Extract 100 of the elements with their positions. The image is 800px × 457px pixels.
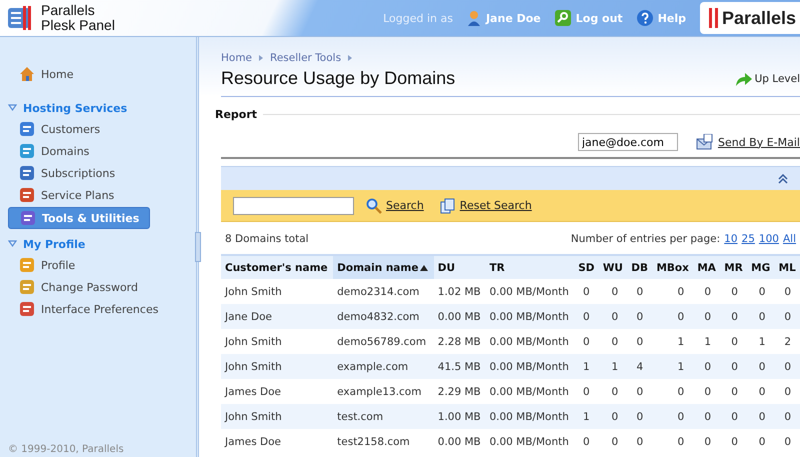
table-cell: 0 xyxy=(652,279,694,304)
sidebar-item[interactable]: Profile xyxy=(8,255,82,275)
sidebar-item[interactable]: Interface Preferences xyxy=(8,299,164,319)
table-cell: 0.00 MB/Month xyxy=(485,429,574,454)
table-cell: 0 xyxy=(693,404,720,429)
table-cell: James Doe xyxy=(221,379,334,404)
table-cell: 0 xyxy=(652,304,694,329)
table-cell: 0 xyxy=(774,354,800,379)
sort-ascending-icon xyxy=(420,264,428,270)
table-cell: 1 xyxy=(652,329,694,354)
search-link[interactable]: Search xyxy=(366,198,424,214)
table-cell: 0 xyxy=(746,354,774,379)
arrow-icon xyxy=(734,70,753,86)
sidebar-item[interactable]: Service Plans xyxy=(8,185,120,205)
collapse-icon[interactable] xyxy=(778,174,788,184)
table-cell: 0.00 MB/Month xyxy=(485,404,574,429)
reset-search-link[interactable]: Reset Search xyxy=(440,198,532,214)
table-cell: 0 xyxy=(774,279,800,304)
table-cell: test2158.com xyxy=(333,429,434,454)
table-cell: test.com xyxy=(333,404,434,429)
section-title: My Profile xyxy=(23,238,86,250)
search-field[interactable] xyxy=(233,196,354,214)
sidebar-item[interactable]: Domains xyxy=(8,141,96,161)
table-cell: 0.00 MB xyxy=(434,429,486,454)
per-page-link[interactable]: All xyxy=(782,233,796,245)
table-cell: 0 xyxy=(693,279,720,304)
table-cell: 0 xyxy=(746,279,774,304)
table-cell: 2.28 MB xyxy=(434,329,486,354)
table-cell: example.com xyxy=(333,354,434,379)
per-page-label: Number of entries per page: xyxy=(570,233,720,245)
table-cell: 0 xyxy=(598,404,628,429)
bars-icon xyxy=(708,8,720,28)
table-cell: 0 xyxy=(652,429,694,454)
brand-name: Parallels xyxy=(722,8,796,28)
table-cell: 0 xyxy=(652,404,694,429)
section-header[interactable]: My Profile xyxy=(8,234,196,254)
table-cell: 0 xyxy=(720,329,747,354)
breadcrumb-link[interactable]: Reseller Tools xyxy=(270,52,342,64)
column-header[interactable]: DB xyxy=(627,255,652,279)
column-header[interactable]: WU xyxy=(598,255,628,279)
table-cell: 0 xyxy=(598,329,628,354)
sidebar-item[interactable]: Home xyxy=(8,64,80,84)
column-header[interactable]: MA xyxy=(693,255,720,279)
table-cell: 41.5 MB xyxy=(434,354,486,379)
app-icon xyxy=(19,257,35,273)
table-cell: 0 xyxy=(746,304,774,329)
table-cell: 0 xyxy=(774,429,800,454)
table-cell: 0 xyxy=(627,429,652,454)
column-header[interactable]: Domain name xyxy=(333,255,434,279)
table-cell: 0 xyxy=(574,304,599,329)
table-cell: 1 xyxy=(598,354,628,379)
column-header[interactable]: TR xyxy=(485,255,574,279)
column-header[interactable]: SD xyxy=(574,255,599,279)
envelope-icon xyxy=(696,134,714,150)
table-cell: 1 xyxy=(652,354,694,379)
column-header[interactable]: DU xyxy=(434,255,486,279)
column-header[interactable]: MBox xyxy=(652,255,694,279)
collapse-handle[interactable] xyxy=(195,232,201,262)
breadcrumb-link[interactable]: Home xyxy=(221,52,252,64)
table-cell: 0 xyxy=(574,429,599,454)
section-header[interactable]: Hosting Services xyxy=(8,98,196,118)
sidebar-item[interactable]: Customers xyxy=(8,119,106,139)
chevron-icon xyxy=(347,54,354,62)
table-cell: demo2314.com xyxy=(333,279,434,304)
table-cell: 0 xyxy=(574,379,599,404)
column-header[interactable]: ML xyxy=(774,255,800,279)
app-icon xyxy=(20,210,36,226)
per-page-link[interactable]: 100 xyxy=(758,233,779,245)
app-icon xyxy=(19,143,35,159)
product-name: Parallels Plesk Panel xyxy=(41,3,115,33)
column-header[interactable]: MG xyxy=(746,255,774,279)
table-cell: 0 xyxy=(627,379,652,404)
page-title: Resource Usage by Domains xyxy=(221,68,456,89)
sidebar-item[interactable]: Subscriptions xyxy=(8,163,122,183)
sidebar-item[interactable]: Change Password xyxy=(8,277,144,297)
table-cell: 4 xyxy=(627,354,652,379)
up-level-link[interactable]: Up Level xyxy=(734,70,800,86)
per-page-link[interactable]: 10 xyxy=(724,233,738,245)
app-icon xyxy=(19,279,35,295)
table-cell: 0 xyxy=(627,279,652,304)
table-cell: 0 xyxy=(746,404,774,429)
app-icon xyxy=(19,187,35,203)
table-cell: 0 xyxy=(693,429,720,454)
column-header[interactable]: Customer's name xyxy=(221,255,334,279)
app-icon xyxy=(19,301,35,317)
send-email-link[interactable]: Send By E-Mail xyxy=(696,134,800,150)
table-cell: 0 xyxy=(746,429,774,454)
column-header[interactable]: MR xyxy=(720,255,747,279)
table-cell: 0 xyxy=(720,379,747,404)
table-cell: 0 xyxy=(598,279,628,304)
table-cell: John Smith xyxy=(221,404,334,429)
email-field[interactable]: jane@doe.com xyxy=(578,133,678,151)
search-icon xyxy=(366,198,382,214)
table-cell: 0 xyxy=(774,379,800,404)
table-cell: 0 xyxy=(693,379,720,404)
total-count: 8 Domains total xyxy=(225,233,309,245)
table-cell: John Smith xyxy=(221,354,334,379)
per-page-link[interactable]: 25 xyxy=(742,233,755,245)
table-cell: 0 xyxy=(598,429,628,454)
documents-icon xyxy=(440,198,456,214)
